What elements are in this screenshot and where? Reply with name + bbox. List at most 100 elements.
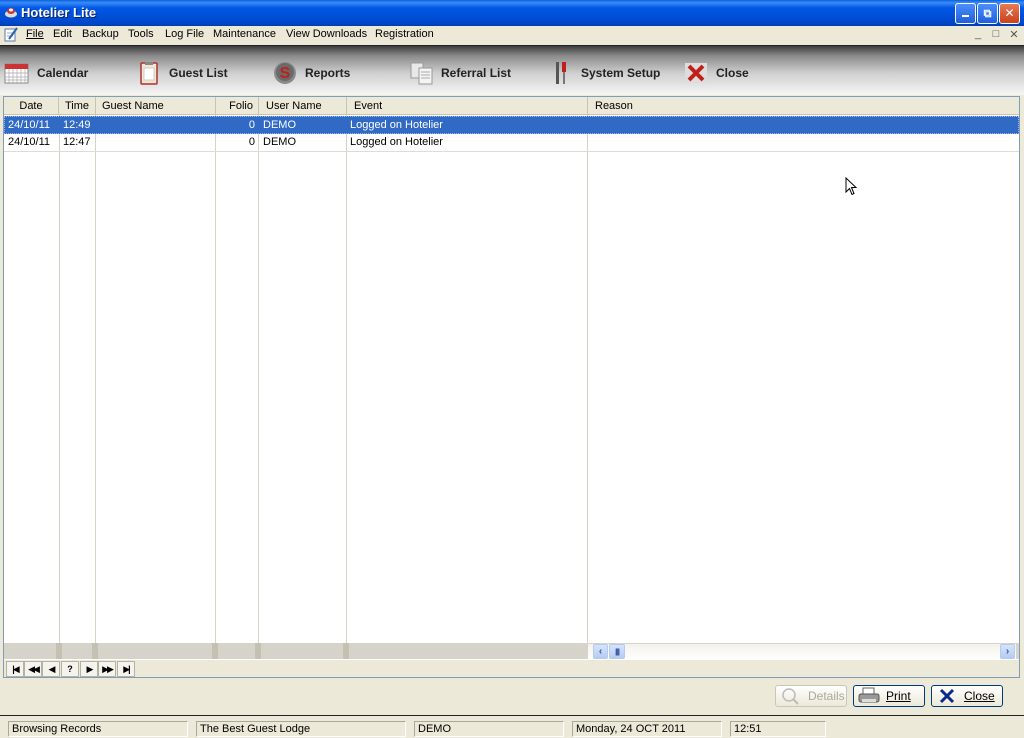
close-x-icon <box>939 688 955 704</box>
close-x-icon <box>685 63 707 83</box>
cell-event: Logged on Hotelier <box>350 119 443 131</box>
cell-user-name: DEMO <box>263 136 296 148</box>
menu-registration[interactable]: Registration <box>375 28 434 40</box>
mouse-pointer-icon <box>845 177 858 196</box>
status-date: Monday, 24 OCT 2011 <box>572 721 722 737</box>
nav-last-button[interactable]: ▶| <box>117 661 135 677</box>
toolbar-close-button[interactable]: Close <box>683 60 749 86</box>
horizontal-scrollbar[interactable]: ‹ |||| › <box>588 644 1016 659</box>
details-label: Details <box>808 689 845 703</box>
scroll-left-button[interactable]: ‹ <box>593 644 608 659</box>
menu-edit[interactable]: Edit <box>53 28 72 40</box>
column-resize-handle[interactable] <box>92 643 98 659</box>
dollar-icon: S <box>274 62 296 84</box>
system-setup-label: System Setup <box>581 66 661 80</box>
document-edit-icon[interactable] <box>4 27 18 42</box>
nav-search-button[interactable]: ? <box>61 661 79 677</box>
column-divider <box>587 115 588 645</box>
column-resize-handle[interactable] <box>343 643 349 659</box>
cell-folio: 0 <box>248 136 255 148</box>
mdi-close-button[interactable]: ✕ <box>1007 28 1021 41</box>
menu-file[interactable]: File <box>26 28 44 40</box>
referral-list-button[interactable]: Referral List <box>408 60 511 86</box>
documents-icon <box>410 62 433 85</box>
nav-next-page-button[interactable]: ▶▶ <box>98 661 116 677</box>
reports-label: Reports <box>305 66 351 80</box>
cell-guest-name <box>99 134 216 151</box>
column-divider <box>258 115 259 645</box>
window-title: Hotelier Lite <box>21 5 97 20</box>
column-header-user-name[interactable]: User Name <box>259 97 347 115</box>
scroll-thumb[interactable]: |||| <box>609 644 625 659</box>
cell-reason <box>591 134 1011 151</box>
column-header-date[interactable]: Date <box>4 97 59 115</box>
menu-backup[interactable]: Backup <box>82 28 119 40</box>
column-divider <box>215 115 216 645</box>
cell-guest-name <box>99 117 216 134</box>
column-header-guest-name[interactable]: Guest Name <box>96 97 216 115</box>
column-header-reason[interactable]: Reason <box>588 97 1019 115</box>
menu-bar: File Edit Backup Tools Log File Maintena… <box>0 26 1024 44</box>
column-resize-handle[interactable] <box>212 643 218 659</box>
tools-icon <box>556 62 566 84</box>
nav-next-button[interactable]: ▶ <box>80 661 98 677</box>
log-grid: Date Time Guest Name Folio User Name Eve… <box>3 96 1020 678</box>
minimize-icon <box>962 15 969 17</box>
chevron-left-icon: ‹ <box>598 646 603 657</box>
first-record-icon: |◀ <box>12 664 20 674</box>
grid-header: Date Time Guest Name Folio User Name Eve… <box>4 97 1019 115</box>
cell-time: 12:47 <box>63 136 91 148</box>
status-user: DEMO <box>414 721 564 737</box>
menu-maintenance[interactable]: Maintenance <box>213 28 276 40</box>
column-header-time[interactable]: Time <box>59 97 96 115</box>
window-close-button[interactable]: ✕ <box>999 3 1020 24</box>
table-row[interactable]: 24/10/11 12:47 0 DEMO Logged on Hotelier <box>4 134 1019 152</box>
details-button[interactable]: Details <box>775 685 847 707</box>
cell-date: 24/10/11 <box>8 119 51 131</box>
hotel-logo-icon <box>5 8 17 18</box>
next-record-icon: ▶ <box>86 664 94 674</box>
menu-view-downloads[interactable]: View Downloads <box>286 28 367 40</box>
title-bar[interactable]: Hotelier Lite ⧉ ✕ <box>0 0 1024 26</box>
chevron-right-icon: › <box>1005 646 1010 657</box>
scroll-right-button[interactable]: › <box>1000 644 1015 659</box>
cell-user-name: DEMO <box>263 119 296 131</box>
mdi-minimize-button[interactable]: _ <box>971 28 985 40</box>
nav-first-button[interactable]: |◀ <box>6 661 24 677</box>
status-time: 12:51 <box>730 721 826 737</box>
column-divider <box>95 115 96 645</box>
cell-event: Logged on Hotelier <box>350 136 443 148</box>
calendar-button[interactable]: Calendar <box>4 60 88 86</box>
nav-previous-page-button[interactable]: ◀◀ <box>24 661 42 677</box>
column-divider <box>346 115 347 645</box>
column-header-folio[interactable]: Folio <box>216 97 259 115</box>
restore-button[interactable]: ⧉ <box>977 3 998 24</box>
cell-folio: 0 <box>248 119 255 131</box>
status-property: The Best Guest Lodge <box>196 721 406 737</box>
close-icon: ✕ <box>1004 6 1015 20</box>
reports-button[interactable]: S Reports <box>272 60 350 86</box>
column-resize-handle[interactable] <box>56 643 62 659</box>
guest-list-button[interactable]: Guest List <box>136 60 228 86</box>
print-button[interactable]: Print <box>853 685 925 707</box>
calendar-label: Calendar <box>37 66 89 80</box>
column-header-event[interactable]: Event <box>347 97 588 115</box>
status-bar: Browsing Records The Best Guest Lodge DE… <box>0 715 1024 738</box>
nav-previous-button[interactable]: ◀ <box>42 661 60 677</box>
system-setup-button[interactable]: System Setup <box>548 60 660 86</box>
main-toolbar: Calendar Guest List S Reports Referral L… <box>0 45 1024 95</box>
table-row[interactable]: 24/10/11 12:49 0 DEMO Logged on Hotelier <box>4 116 1019 134</box>
record-navigator: |◀ ◀◀ ◀ ? ▶ ▶▶ ▶| <box>4 660 1019 677</box>
magnifier-icon <box>782 688 799 705</box>
printer-icon <box>858 687 880 703</box>
column-resize-handle[interactable] <box>255 643 261 659</box>
mdi-restore-button[interactable]: □ <box>989 28 1003 40</box>
toolbar-close-label: Close <box>716 66 749 80</box>
cell-time: 12:49 <box>63 119 91 131</box>
minimize-button[interactable] <box>955 3 976 24</box>
close-button[interactable]: Close <box>931 685 1003 707</box>
menu-tools[interactable]: Tools <box>128 28 154 40</box>
question-icon: ? <box>67 664 73 674</box>
print-label: Print <box>886 689 911 703</box>
menu-log-file[interactable]: Log File <box>165 28 204 40</box>
